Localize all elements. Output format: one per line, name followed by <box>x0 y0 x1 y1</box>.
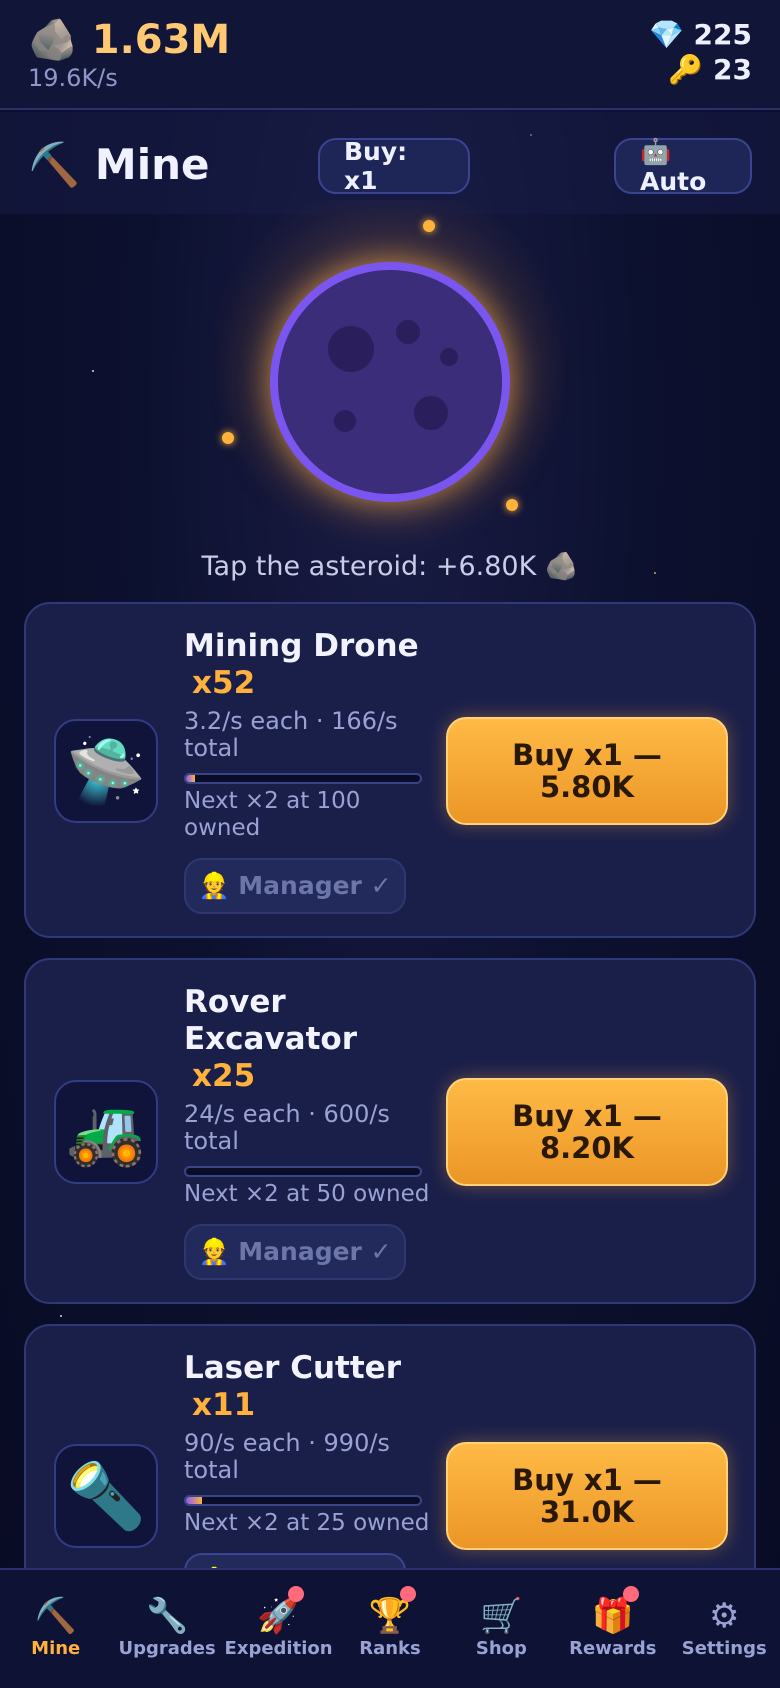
generator-name: Rover Excavator x25 <box>184 984 414 1095</box>
generator-card-mining-drone: 🛸 Mining Drone x52 3.2/s each · 166/s to… <box>24 602 756 938</box>
auto-button[interactable]: 🤖 Auto <box>614 137 752 196</box>
rover-icon: 🚜 <box>54 1080 158 1184</box>
generator-count: x25 <box>192 1058 256 1094</box>
drone-icon: 🛸 <box>54 719 158 823</box>
crater <box>334 410 356 432</box>
star <box>92 370 94 372</box>
buy-button[interactable]: Buy x1 — 31.0K <box>446 1442 728 1550</box>
laser-icon: 🔦 <box>54 1444 158 1548</box>
generator-card-rover-excavator: 🚜 Rover Excavator x25 24/s each · 600/s … <box>24 958 756 1304</box>
milestone-progress-fill <box>186 775 196 782</box>
next-milestone: Next ×2 at 25 owned <box>184 1510 430 1536</box>
buy-multiplier-button[interactable]: Buy: x1 <box>318 137 470 195</box>
nav-label: Upgrades <box>118 1638 216 1659</box>
generator-info: Mining Drone x52 3.2/s each · 166/s tota… <box>184 628 429 914</box>
generator-name-text: Rover Excavator <box>184 984 357 1057</box>
nav-label: Expedition <box>224 1638 333 1659</box>
crater <box>328 326 374 372</box>
nav-label: Rewards <box>569 1638 657 1659</box>
generator-count: x11 <box>192 1387 256 1423</box>
asteroid-tap-target[interactable] <box>270 262 510 502</box>
rocket-icon: 🚀 <box>257 1596 300 1636</box>
milestone-progress-fill <box>186 1497 203 1504</box>
buy-button[interactable]: Buy x1 — 5.80K <box>446 717 728 825</box>
income-rate: 19.6K/s <box>28 64 118 92</box>
crater <box>396 320 420 344</box>
page-title: ⛏️ Mine <box>28 140 210 189</box>
milestone-progress-bar <box>184 773 422 784</box>
nav-label: Shop <box>475 1638 527 1659</box>
pickaxe-icon: ⛏️ <box>34 1596 77 1636</box>
next-milestone: Next ×2 at 100 owned <box>184 788 361 841</box>
spark-particle <box>222 432 234 444</box>
nav-label: Ranks <box>359 1638 421 1659</box>
nav-rewards[interactable]: 🎁 Rewards <box>557 1570 668 1688</box>
generator-count: x52 <box>192 665 256 701</box>
nav-label: Mine <box>31 1638 81 1659</box>
gem-count: 💎 225 <box>648 18 752 51</box>
nav-expedition[interactable]: 🚀 Expedition <box>223 1570 334 1688</box>
cart-icon: 🛒 <box>480 1596 523 1636</box>
milestone-progress-bar <box>184 1166 422 1177</box>
nav-mine[interactable]: ⛏️ Mine <box>0 1570 111 1688</box>
generator-name-text: Laser Cutter <box>184 1350 401 1386</box>
wrench-icon: 🔧 <box>145 1596 189 1636</box>
next-milestone: Next ×2 at 50 owned <box>184 1181 430 1207</box>
bottom-nav: ⛏️ Mine 🔧 Upgrades 🚀 Expedition 🏆 Ranks … <box>0 1568 780 1688</box>
tap-hint: Tap the asteroid: +6.80K 🪨 <box>201 551 579 582</box>
generator-rates: 3.2/s each · 166/s total <box>184 707 398 762</box>
nav-ranks[interactable]: 🏆 Ranks <box>334 1570 445 1688</box>
crater <box>440 348 458 366</box>
notification-badge <box>622 1586 639 1602</box>
star <box>60 1315 62 1317</box>
generator-rates: 24/s each · 600/s total <box>184 1100 390 1155</box>
manager-button[interactable]: 👷 Manager ✓ <box>184 1224 406 1280</box>
crater <box>414 396 448 430</box>
gear-icon: ⚙ <box>709 1596 740 1636</box>
spark-particle <box>423 220 435 232</box>
nav-upgrades[interactable]: 🔧 Upgrades <box>111 1570 222 1688</box>
app-root: 🪨 1.63M 19.6K/s 💎 225 🔑 23 ⛏️ Mine Buy: … <box>0 0 780 1688</box>
generator-name: Mining Drone x52 <box>184 628 429 702</box>
ore-balance: 🪨 1.63M <box>28 17 231 63</box>
top-bar: 🪨 1.63M 19.6K/s 💎 225 🔑 23 <box>0 0 780 110</box>
spark-particle <box>506 499 518 511</box>
generator-name: Laser Cutter x11 <box>184 1350 429 1424</box>
key-count: 🔑 23 <box>668 53 752 86</box>
nav-label: Settings <box>681 1638 767 1659</box>
manager-button[interactable]: 👷 Manager ✓ <box>184 858 406 914</box>
nav-settings[interactable]: ⚙ Settings <box>669 1570 780 1688</box>
generator-info: Rover Excavator x25 24/s each · 600/s to… <box>184 984 429 1280</box>
gift-icon: 🎁 <box>591 1596 634 1636</box>
generator-rates: 90/s each · 990/s total <box>184 1429 390 1484</box>
generator-name-text: Mining Drone <box>184 628 419 664</box>
trophy-icon: 🏆 <box>368 1596 412 1636</box>
buy-button[interactable]: Buy x1 — 8.20K <box>446 1078 728 1186</box>
milestone-progress-bar <box>184 1495 422 1506</box>
notification-badge <box>399 1586 416 1602</box>
nav-shop[interactable]: 🛒 Shop <box>446 1570 557 1688</box>
